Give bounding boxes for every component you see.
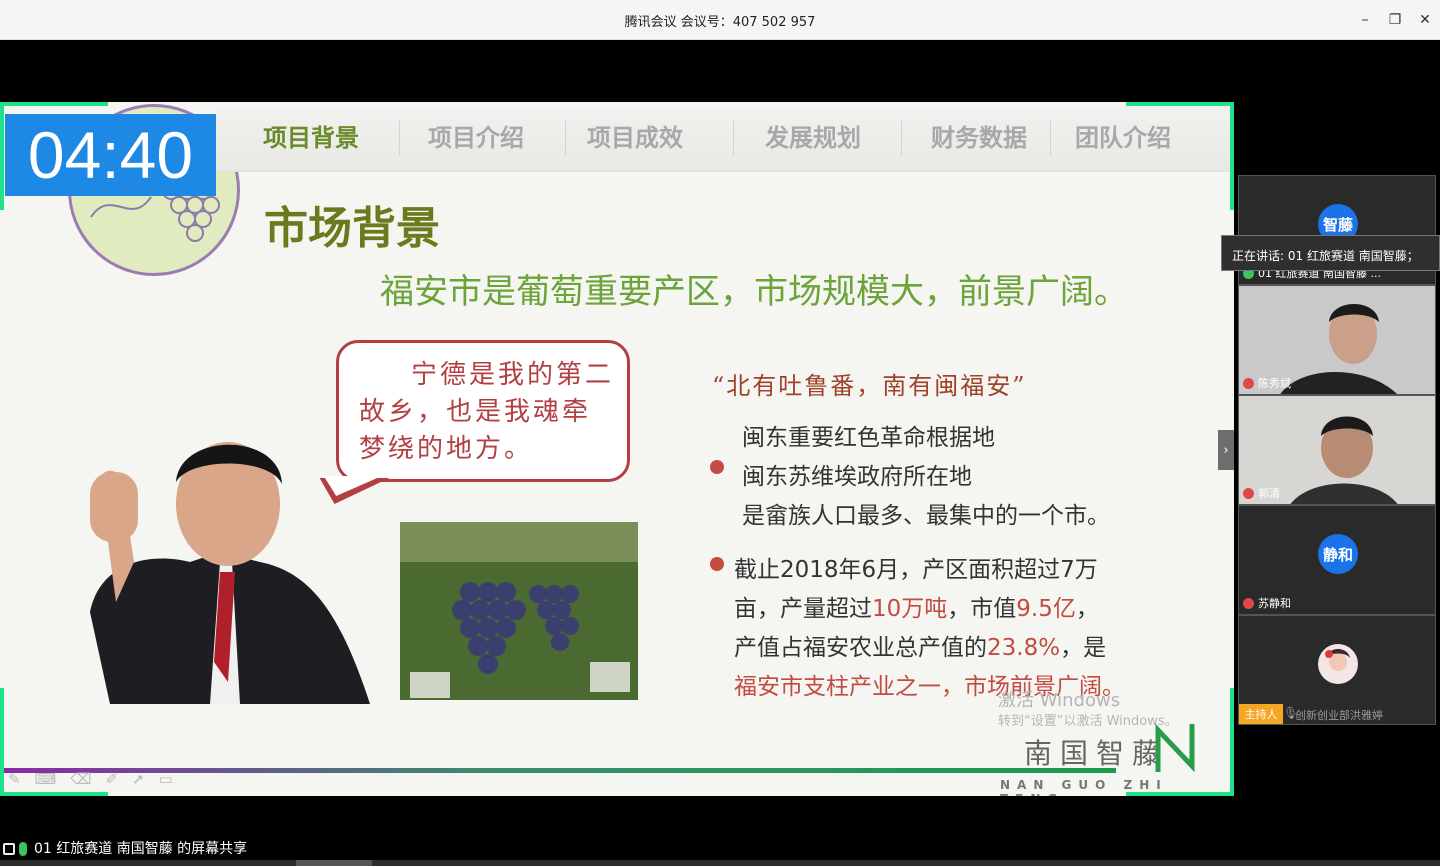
participant-tile[interactable]: 陈秀斌 bbox=[1238, 285, 1436, 395]
shared-screen[interactable]: 项目背景 项目介绍 项目成效 发展规划 财务数据 团队介绍 04:40 市场背景… bbox=[0, 102, 1234, 796]
slide-nav-item: 财务数据 bbox=[931, 124, 1027, 152]
pointer-icon[interactable]: ➚ bbox=[132, 770, 145, 788]
close-button[interactable]: ✕ bbox=[1411, 6, 1439, 34]
text-segment: 产值占福安农业总产值的 bbox=[734, 635, 987, 661]
participant-name: 郭清 bbox=[1258, 487, 1280, 500]
text-line: 截止2018年6月，产区面积超过7万 bbox=[734, 557, 1098, 583]
screen-icon[interactable]: ▭ bbox=[159, 770, 173, 788]
keyboard-icon[interactable]: ⌨ bbox=[35, 770, 57, 788]
minimize-button[interactable]: – bbox=[1351, 6, 1379, 34]
slide-nav-item: 发展规划 bbox=[765, 124, 861, 152]
speech-bubble: 宁德是我的第二故乡，也是我魂牵梦绕的地方。 bbox=[336, 340, 630, 482]
panel-toggle-button[interactable]: › bbox=[1218, 430, 1234, 470]
quote-text: “北有吐鲁番，南有闽福安” bbox=[712, 372, 1027, 400]
avatar bbox=[1318, 644, 1358, 684]
window-title: 腾讯会议 会议号：407 502 957 bbox=[624, 15, 816, 30]
person-photo bbox=[90, 442, 370, 704]
speaking-indicator: 正在讲话: 01 红旅赛道 南国智藤； bbox=[1221, 235, 1440, 271]
text-segment: ，是 bbox=[1060, 635, 1107, 661]
participant-name: 陈秀斌 bbox=[1258, 377, 1291, 390]
mic-muted-icon bbox=[1243, 377, 1254, 389]
slide-subtitle: 福安市是葡萄重要产区，市场规模大，前景广阔。 bbox=[380, 272, 1128, 312]
scrollbar-thumb[interactable] bbox=[296, 860, 372, 866]
text-segment: 亩，产量超过 bbox=[734, 596, 872, 622]
host-badge: 主持人 bbox=[1239, 704, 1283, 724]
slide-nav-item: 项目介绍 bbox=[428, 124, 524, 152]
participant-name-bar: 郭清 bbox=[1243, 484, 1280, 502]
windows-watermark-subtitle: 转到“设置”以激活 Windows。 bbox=[998, 714, 1178, 729]
participant-tile[interactable]: 静和 苏静和 bbox=[1238, 505, 1436, 615]
participant-name-bar: 苏静和 bbox=[1243, 594, 1291, 612]
frame-corner bbox=[1230, 102, 1234, 210]
mic-muted-icon bbox=[1243, 487, 1254, 499]
text-segment: ，市值 bbox=[947, 596, 1017, 622]
slide-nav-item: 团队介绍 bbox=[1075, 124, 1171, 152]
slide-nav: 项目背景 项目介绍 项目成效 发展规划 财务数据 团队介绍 bbox=[215, 106, 1230, 172]
eraser-icon[interactable]: ⌫ bbox=[70, 770, 91, 788]
host-bar: 主持人 🎙 创新创业部洪雅婷 bbox=[1239, 702, 1439, 726]
nav-divider bbox=[399, 120, 400, 156]
highlight-text: 23.8% bbox=[987, 635, 1061, 661]
window-titlebar: 腾讯会议 会议号：407 502 957 – ❐ ✕ bbox=[0, 0, 1440, 40]
nav-divider bbox=[733, 120, 734, 156]
nav-divider bbox=[1050, 120, 1051, 156]
brand-name-cn: 南国智藤 bbox=[1024, 737, 1169, 770]
text-line: 闽东重要红色革命根据地 bbox=[742, 425, 995, 451]
brand-logo-icon bbox=[1155, 723, 1195, 773]
pen-icon[interactable]: ✎ bbox=[8, 770, 21, 788]
slide-nav-item: 项目背景 bbox=[263, 124, 359, 152]
frame-corner bbox=[0, 102, 4, 210]
participant-name-bar: 陈秀斌 bbox=[1243, 374, 1291, 392]
frame-corner bbox=[0, 792, 108, 796]
highlight-text: 10万吨 bbox=[872, 596, 948, 622]
countdown-timer: 04:40 bbox=[5, 114, 216, 196]
frame-corner bbox=[0, 102, 108, 106]
share-status-text: 01 红旅赛道 南国智藤 的屏幕共享 bbox=[34, 841, 248, 857]
brand-name-en: NAN GUO ZHI TENG bbox=[1000, 778, 1168, 796]
nav-divider bbox=[901, 120, 902, 156]
slide-title: 市场背景 bbox=[264, 203, 440, 254]
screen-share-icon bbox=[3, 843, 15, 855]
mic-icon bbox=[19, 842, 27, 856]
participant-name: 苏静和 bbox=[1258, 597, 1291, 610]
marker-icon[interactable]: ✐ bbox=[105, 770, 118, 788]
avatar: 静和 bbox=[1318, 534, 1358, 574]
nav-divider bbox=[565, 120, 566, 156]
participant-tile[interactable]: 郭清 bbox=[1238, 395, 1436, 505]
bullet-dot bbox=[710, 557, 724, 571]
slide-nav-item: 项目成效 bbox=[587, 124, 683, 152]
grape-photo bbox=[400, 522, 638, 700]
frame-corner bbox=[0, 688, 4, 796]
annotation-toolbar: ✎ ⌨ ⌫ ✐ ➚ ▭ bbox=[8, 770, 173, 788]
windows-watermark-title: 激活 Windows bbox=[998, 690, 1121, 711]
mic-muted-icon bbox=[1243, 597, 1254, 609]
text-line: 亩，产量超过10万吨，市值9.5亿， bbox=[734, 589, 1099, 623]
maximize-button[interactable]: ❐ bbox=[1381, 6, 1409, 34]
host-name: 创新创业部洪雅婷 bbox=[1295, 709, 1383, 722]
highlight-text: 9.5亿 bbox=[1016, 596, 1076, 622]
bullet-dot bbox=[710, 460, 724, 474]
text-line: 闽东苏维埃政府所在地 bbox=[742, 464, 972, 490]
speech-text: 宁德是我的第二故乡，也是我魂牵梦绕的地方。 bbox=[359, 360, 615, 464]
text-segment: ， bbox=[1075, 596, 1099, 622]
text-line: 是畲族人口最多、最集中的一个市。 bbox=[742, 503, 1110, 529]
text-line: 产值占福安农业总产值的23.8%，是 bbox=[734, 628, 1106, 662]
bottom-scrollbar[interactable] bbox=[0, 860, 1440, 866]
